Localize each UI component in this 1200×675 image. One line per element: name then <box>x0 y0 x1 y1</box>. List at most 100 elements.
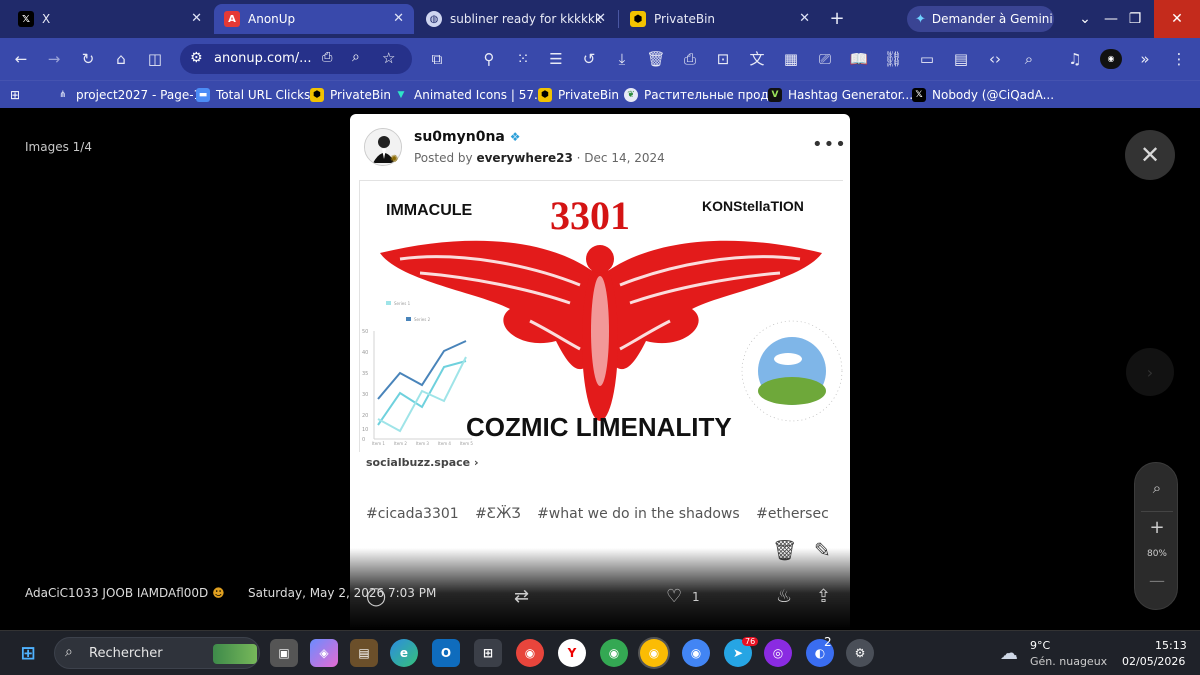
address-bar[interactable]: ⚙ anonup.com/... ⎙ ⌕ ☆ <box>180 44 412 74</box>
menu-dots-icon[interactable]: ⋮ <box>1168 49 1190 69</box>
y-tick: 40 <box>362 350 368 356</box>
microsoft-store-icon[interactable]: ⊞ <box>474 639 502 667</box>
qr-code-icon[interactable]: ▦ <box>780 49 802 69</box>
post-username[interactable]: su0myn0na ❖ <box>414 129 521 145</box>
next-image-button[interactable]: › <box>1126 348 1174 396</box>
privatebin-icon: ⬢ <box>630 11 646 27</box>
repost-icon[interactable]: ⇄ <box>514 586 529 607</box>
bookmark-animated-icons[interactable]: ▼ Animated Icons | 57... <box>394 86 546 104</box>
bookmark-project2027[interactable]: ⋔ project2027 - Page-1 <box>56 86 201 104</box>
search-page-icon[interactable]: ⌕ <box>1018 49 1040 69</box>
close-tab-icon[interactable]: ✕ <box>799 11 810 26</box>
boost-flame-icon[interactable]: ♨ <box>776 586 792 607</box>
chrome-profile-icon[interactable]: ◉ <box>600 639 628 667</box>
file-explorer-icon[interactable]: ▤ <box>350 639 378 667</box>
taskbar-search[interactable]: ⌕ Rechercher <box>54 637 260 669</box>
translate-icon[interactable]: 文 <box>746 49 768 69</box>
zoom-search-icon[interactable]: ⌕ <box>352 49 360 65</box>
gemini-sparkle-icon: ✦ <box>915 11 926 27</box>
new-tab-button[interactable]: + <box>826 8 848 29</box>
close-tab-icon[interactable]: ✕ <box>595 11 606 26</box>
forward-arrow-icon[interactable]: → <box>43 49 65 69</box>
tab-privatebin[interactable]: ⬢ PrivateBin ✕ <box>620 4 820 34</box>
close-tab-icon[interactable]: ✕ <box>393 11 404 26</box>
bookmark-hashtag-generator[interactable]: V Hashtag Generator... <box>768 86 913 104</box>
install-app-icon[interactable]: ⎙ <box>322 50 332 65</box>
copilot-icon[interactable]: ◈ <box>310 639 338 667</box>
bookmark-total-url-clicks[interactable]: ▬ Total URL Clicks <box>196 86 310 104</box>
close-tab-icon[interactable]: ✕ <box>191 11 202 26</box>
screenshot-icon[interactable]: ⊡ <box>712 49 734 69</box>
location-pin-icon[interactable]: ⚲ <box>478 49 500 69</box>
chrome-icon[interactable]: ◉ <box>516 639 544 667</box>
extensions-puzzle-icon[interactable]: ⧉ <box>426 49 448 69</box>
download-icon[interactable]: ⤓ <box>611 49 633 69</box>
chrome-profile-2-icon[interactable]: ◉ <box>682 639 710 667</box>
bookmark-privatebin-2[interactable]: ⬢ PrivateBin <box>538 86 619 104</box>
reading-mode-icon[interactable]: 📖 <box>848 49 870 69</box>
more-options-icon[interactable]: ••• <box>812 134 847 155</box>
settings-gear-icon[interactable]: ⚙ <box>846 639 874 667</box>
yandex-icon[interactable]: Y <box>558 639 586 667</box>
like-heart-icon[interactable]: ♡ <box>666 586 682 607</box>
bookmark-privatebin[interactable]: ⬢ PrivateBin <box>310 86 391 104</box>
comment-icon[interactable]: ◯ <box>366 586 386 607</box>
share-icon[interactable]: ⇪ <box>816 586 831 607</box>
bookmark-nobody-x[interactable]: 𝕏 Nobody (@CiQadA... <box>912 86 1054 104</box>
chrome-active-icon[interactable]: ◉ <box>640 639 668 667</box>
zoom-in-button[interactable]: + <box>1135 517 1179 538</box>
cast-icon[interactable]: ⎚ <box>814 49 836 69</box>
post-author[interactable]: everywhere23 <box>476 151 572 165</box>
zoom-level: 80% <box>1146 549 1167 559</box>
back-arrow-icon[interactable]: ← <box>10 49 32 69</box>
media-control-icon[interactable]: ♫ <box>1064 49 1086 69</box>
copy-link-icon[interactable]: ⛓ <box>882 49 904 69</box>
link-domain-text: socialbuzz.space <box>366 456 471 469</box>
bookmark-label: Animated Icons | 57... <box>414 88 546 102</box>
link-preview-domain[interactable]: socialbuzz.space › <box>366 456 479 469</box>
print-icon[interactable]: ⎙ <box>679 49 701 69</box>
code-icon[interactable]: ‹› <box>984 49 1006 69</box>
more-chevrons-icon[interactable]: » <box>1134 49 1156 69</box>
hashtag[interactable]: #ƸӜƷ <box>475 506 520 522</box>
tab-x[interactable]: 𝕏 X ✕ <box>8 4 212 34</box>
tor-browser-icon[interactable]: ◎ <box>764 639 792 667</box>
devices-icon[interactable]: ▭ <box>916 49 938 69</box>
hashtag[interactable]: #what we do in the shadows <box>537 506 740 522</box>
bookmark-star-icon[interactable]: ☆ <box>382 49 395 67</box>
grid-dots-icon[interactable]: ⁙ <box>512 49 534 69</box>
clock-time[interactable]: 15:13 <box>1155 639 1187 652</box>
edge-browser-icon[interactable]: e <box>390 639 418 667</box>
zoom-out-button[interactable]: — <box>1135 571 1179 590</box>
tab-subliner[interactable]: ◍ subliner ready for kkkkkk ✕ <box>416 4 616 34</box>
zoom-search-icon[interactable]: ⌕ <box>1135 479 1179 497</box>
reading-list-icon[interactable]: ☰ <box>545 49 567 69</box>
weather-cloud-icon[interactable]: ☁ <box>1000 643 1018 664</box>
restore-button[interactable]: ❐ <box>1112 0 1158 38</box>
tab-anonup[interactable]: A AnonUp ✕ <box>214 4 414 34</box>
close-viewer-button[interactable]: ✕ <box>1125 130 1175 180</box>
history-icon[interactable]: ↺ <box>578 49 600 69</box>
gemini-button[interactable]: ✦ Demander à Gemini <box>907 6 1054 32</box>
post-image[interactable]: 50 40 35 30 20 10 0 Series 1 Series 2 It… <box>359 180 844 453</box>
profile-avatar[interactable]: ◉ <box>1100 49 1122 69</box>
hashtag[interactable]: #cicada3301 <box>366 506 459 522</box>
x-logo-icon: 𝕏 <box>18 11 34 27</box>
site-settings-icon[interactable]: ⚙ <box>190 50 203 66</box>
apps-grid-icon[interactable]: ⊞ <box>10 86 20 104</box>
split-view-icon[interactable]: ◫ <box>144 49 166 69</box>
hashtag[interactable]: #ethersec <box>756 506 829 522</box>
bookmark-plant-products[interactable]: ❦ Растительные прод... <box>624 86 780 104</box>
home-icon[interactable]: ⌂ <box>110 49 132 69</box>
windows-start-icon[interactable]: ⊞ <box>14 639 42 667</box>
task-view-icon[interactable]: ▣ <box>270 639 298 667</box>
close-window-button[interactable]: ✕ <box>1154 0 1200 38</box>
reload-icon[interactable]: ↻ <box>77 49 99 69</box>
browser-toolbar: ← → ↻ ⌂ ◫ ⚙ anonup.com/... ⎙ ⌕ ☆ ⧉ ⚲ ⁙ ☰… <box>0 38 1200 80</box>
weather-temp[interactable]: 9°C <box>1030 639 1050 652</box>
outlook-icon[interactable]: O <box>432 639 460 667</box>
footer-user-text: AdaCiC1033 JOOB IAMDAfl00D <box>25 586 209 600</box>
table-icon[interactable]: ▤ <box>950 49 972 69</box>
trash-icon[interactable]: 🗑 <box>645 49 667 69</box>
tab-title: PrivateBin <box>654 12 716 26</box>
